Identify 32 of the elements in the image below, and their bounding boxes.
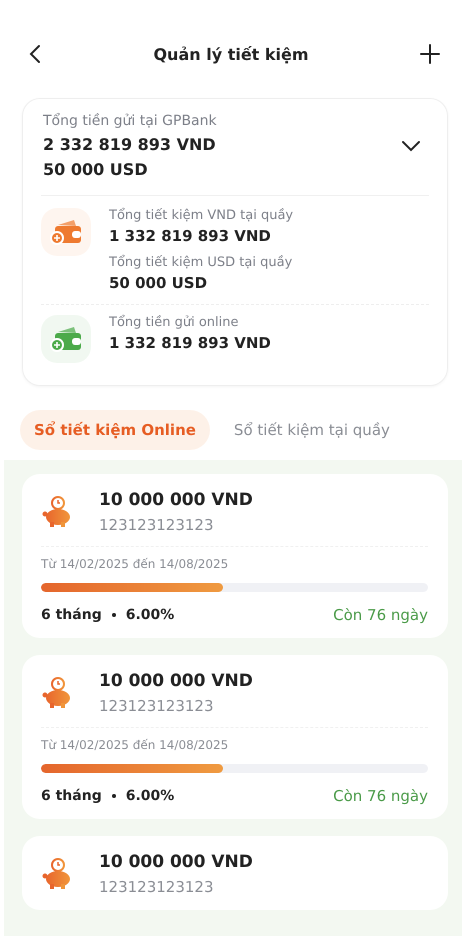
term-length: 6 tháng <box>41 607 102 623</box>
deposit-amount: 10 000 000 VND <box>99 852 253 872</box>
days-remaining: Còn 76 ngày <box>333 606 428 624</box>
account-number: 123123123123 <box>99 697 215 715</box>
page-title: Quản lý tiết kiệm <box>153 44 309 64</box>
balance-value: 1 332 819 893 VND <box>109 334 271 352</box>
chevron-icon[interactable] <box>401 140 421 152</box>
balance-value: 1 332 819 893 VND <box>109 227 272 245</box>
term-length: 6 tháng <box>41 788 102 804</box>
balance-label: Tổng tiết kiệm VND tại quầy <box>109 208 294 223</box>
interest-rate: 6.00% <box>126 788 174 804</box>
savings-card[interactable]: 10 000 000 VND 123123123123 Từ 14/02/2025 đến 14/08/2025 6 tháng 6.00% Còn 76 ngày <box>22 474 448 638</box>
deposit-amount: 10 000 000 VND <box>99 490 253 510</box>
account-number: 123123123123 <box>99 516 215 534</box>
bullet-dot <box>112 794 116 798</box>
back-icon <box>28 44 42 64</box>
deposit-amount: 10 000 000 VND <box>99 671 253 691</box>
total-amount: 50 000 USD <box>43 160 149 179</box>
balance-label: Tổng tiền gửi online <box>109 315 240 330</box>
term-dates: Từ 14/02/2025 đến 14/08/2025 <box>41 557 230 571</box>
savings-card[interactable]: 10 000 000 VND 123123123123 Từ 14/02/2025 đến 14/08/2025 6 tháng 6.00% Còn 76 ngày <box>22 655 448 819</box>
balance-label: Tổng tiết kiệm USD tại quầy <box>109 255 294 270</box>
balance-value: 50 000 USD <box>109 274 208 292</box>
savings-card[interactable]: 10 000 000 VND 123123123123 <box>22 836 448 910</box>
term-dates: Từ 14/02/2025 đến 14/08/2025 <box>41 738 230 752</box>
account-number: 123123123123 <box>99 878 215 896</box>
bullet-dot <box>112 613 116 617</box>
summary-label: Tổng tiền gửi tại GPBank <box>43 113 217 129</box>
total-amount: 2 332 819 893 VND <box>43 135 217 154</box>
interest-rate: 6.00% <box>126 607 174 623</box>
days-remaining: Còn 76 ngày <box>333 787 428 805</box>
plus-icon <box>420 44 440 64</box>
